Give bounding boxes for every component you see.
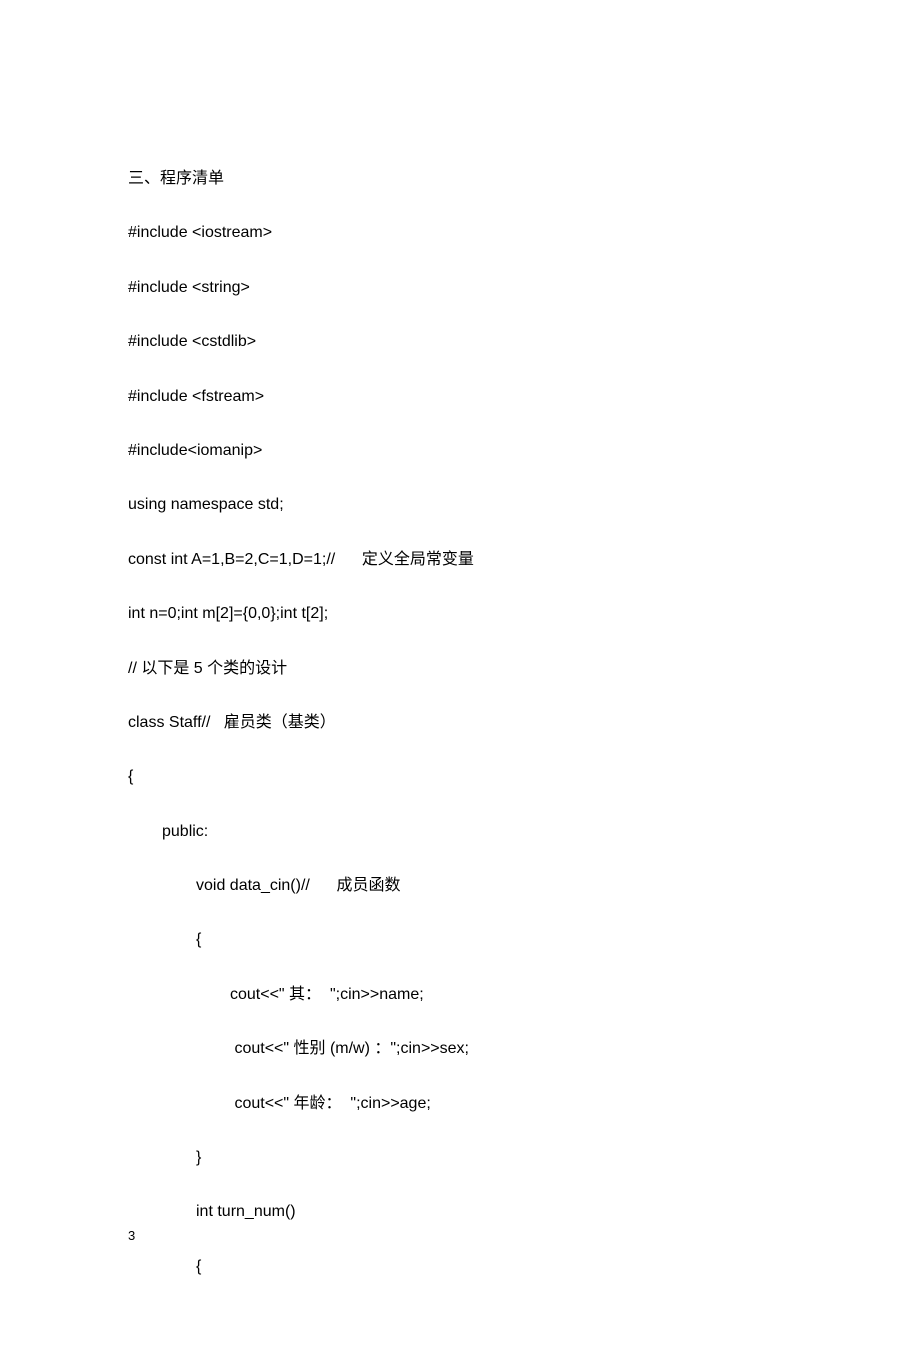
code-line: cout<<" 性别 (m/w) ：";cin>>sex; [128,1038,792,1060]
code-line: class Staff// 雇员类（基类） [128,712,792,734]
code-line: } [128,1147,792,1169]
code-line: public: [128,821,792,843]
code-line: const int A=1,B=2,C=1,D=1;// 定义全局常变量 [128,549,792,571]
document-page: 三、程序清单 #include <iostream> #include <strin… [0,0,920,1370]
code-line: #include<iomanip> [128,440,792,462]
code-line: cout<<" 年龄： ";cin>>age; [128,1093,792,1115]
code-line: { [128,1256,792,1278]
code-line: 三、程序清单 [128,168,792,190]
code-line: // 以下是 5 个类的设计 [128,658,792,680]
code-line: { [128,766,792,788]
code-line: int n=0;int m[2]={0,0};int t[2]; [128,603,792,625]
code-line: void data_cin()// 成员函数 [128,875,792,897]
code-line: #include <fstream> [128,386,792,408]
code-line: #include <iostream> [128,222,792,244]
code-line: int turn_num() [128,1201,792,1223]
code-listing: 三、程序清单 #include <iostream> #include <strin… [128,168,792,1278]
code-line: { [128,929,792,951]
code-line: using namespace std; [128,494,792,516]
code-line: #include <string> [128,277,792,299]
page-number: 3 [128,1228,135,1243]
code-line: #include <cstdlib> [128,331,792,353]
code-line: cout<<" 其： ";cin>>name; [128,984,792,1006]
